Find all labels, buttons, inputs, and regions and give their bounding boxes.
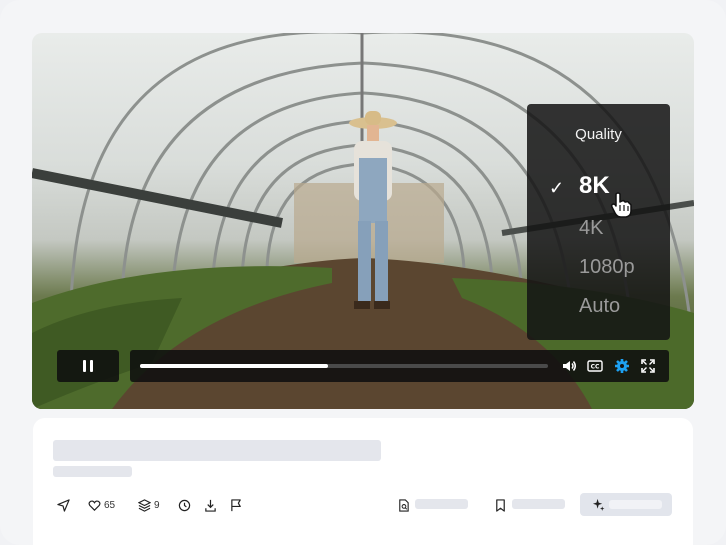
subtitle-skeleton [53,466,132,477]
quality-option-4k[interactable]: 4K [579,217,603,240]
closed-captions-icon[interactable]: CC [587,358,603,374]
quality-option-8k[interactable]: 8K [579,172,610,200]
document-search-icon [399,498,409,512]
download-icon [205,499,216,512]
collections-button[interactable]: 9 [138,497,160,513]
video-info-card: 65 9 [33,418,693,545]
report-button[interactable] [230,497,243,513]
license-label-skeleton [415,499,468,509]
ai-action-label-skeleton [609,500,662,509]
ai-action-button[interactable] [580,493,672,516]
save-button[interactable] [494,497,507,513]
sparkle-icon [592,498,605,511]
quality-menu-title: Quality [575,126,622,143]
title-skeleton [53,440,381,461]
hand-cursor-icon [610,192,632,218]
pause-icon [83,360,86,372]
share-button[interactable] [57,497,70,513]
progress-track[interactable] [140,364,548,368]
like-button[interactable]: 65 [88,497,115,513]
send-icon [57,498,70,512]
pause-button[interactable] [57,350,119,382]
fullscreen-icon[interactable] [640,358,656,374]
license-button[interactable] [397,497,410,513]
volume-icon[interactable] [561,358,577,374]
controls-bar: CC [130,350,669,382]
quality-menu: Quality ✓ 8K 4K 1080p Auto [527,104,670,340]
svg-text:CC: CC [591,364,600,371]
collections-count: 9 [154,499,160,511]
progress-fill [140,364,328,368]
download-button[interactable] [204,497,217,513]
flag-icon [231,498,241,511]
check-icon: ✓ [549,178,565,198]
bookmark-icon [496,498,505,512]
clock-icon [178,499,191,511]
layers-icon [138,498,151,512]
quality-option-auto[interactable]: Auto [579,295,620,318]
heart-icon [88,499,101,511]
watch-later-button[interactable] [178,497,191,513]
settings-gear-icon[interactable] [614,358,630,374]
quality-option-1080p[interactable]: 1080p [579,256,635,279]
like-count: 65 [104,499,116,511]
save-label-skeleton [512,499,565,509]
